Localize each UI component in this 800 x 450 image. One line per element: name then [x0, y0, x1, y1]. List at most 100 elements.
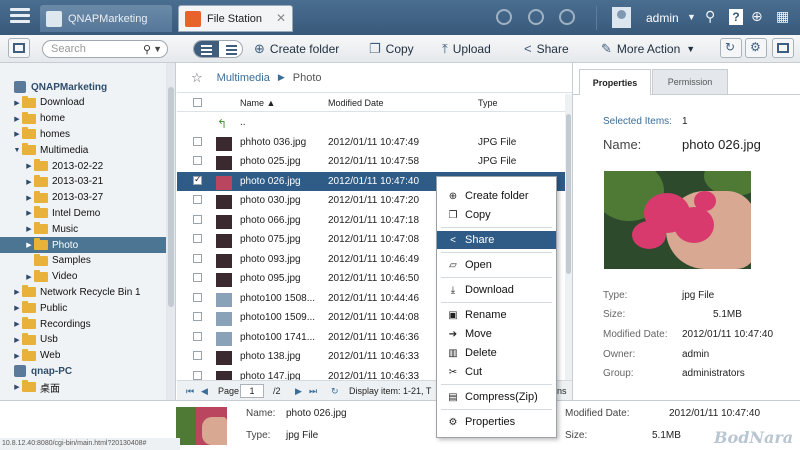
toggle-properties-button[interactable]	[772, 38, 794, 58]
chevron-right-icon[interactable]: ▶	[24, 178, 34, 186]
row-checkbox[interactable]	[193, 234, 202, 243]
tab-file-station[interactable]: File Station ✕	[178, 5, 293, 32]
toggle-tree-button[interactable]	[8, 38, 30, 58]
refresh-list-icon[interactable]: ↻	[331, 386, 339, 397]
scrollbar-thumb[interactable]	[566, 114, 571, 274]
column-modified[interactable]: Modified Date	[328, 98, 384, 108]
row-checkbox[interactable]	[193, 156, 202, 165]
background-task-icon[interactable]	[496, 9, 512, 25]
main-menu-icon[interactable]	[10, 8, 30, 26]
scrollbar-thumb[interactable]	[168, 87, 174, 307]
tree-folder[interactable]: ▶ Public	[0, 300, 166, 316]
search-icon[interactable]: ⚲	[143, 42, 151, 58]
row-checkbox[interactable]	[193, 195, 202, 204]
prev-page-icon[interactable]: ◀	[201, 386, 208, 397]
refresh-button[interactable]: ↻	[720, 38, 742, 58]
row-checkbox[interactable]	[193, 214, 202, 224]
tree-folder[interactable]: ▶ Recordings	[0, 316, 166, 332]
close-tab-icon[interactable]: ✕	[276, 11, 286, 25]
row-checkbox[interactable]	[193, 273, 202, 282]
copy-button[interactable]: ❐ Copy	[369, 41, 414, 57]
column-name[interactable]: Name ▲	[240, 98, 275, 108]
context-menu-item[interactable]: ⊕ Create folder	[437, 187, 556, 205]
context-menu-item[interactable]: ❐ Copy	[437, 206, 556, 224]
context-menu-item[interactable]: ▱ Open	[437, 256, 556, 274]
chevron-right-icon[interactable]: ▶	[24, 194, 34, 202]
parent-folder-row[interactable]: ↰..	[177, 113, 565, 132]
row-checkbox[interactable]	[193, 312, 202, 321]
tree-folder[interactable]: Samples	[0, 253, 166, 269]
search-icon[interactable]: ⚲	[705, 8, 715, 25]
tree-folder[interactable]: ▶ homes	[0, 126, 166, 142]
tab-permission[interactable]: Permission	[652, 69, 728, 95]
breadcrumb-parent[interactable]: Multimedia	[217, 72, 270, 84]
context-menu-item[interactable]: ✂ Cut	[437, 363, 556, 381]
list-view-button[interactable]	[194, 41, 219, 57]
tree-folder[interactable]: ▶ 2013-02-22	[0, 158, 166, 174]
tree-folder[interactable]: ▼ Multimedia	[0, 142, 166, 158]
table-row[interactable]: photo 025.jpg 2012/01/11 10:47:58 JPG File	[177, 152, 565, 171]
table-row[interactable]: phhoto 036.jpg 2012/01/11 10:47:49 JPG Fil…	[177, 133, 565, 152]
page-input[interactable]: 1	[240, 384, 264, 398]
row-checkbox[interactable]	[193, 370, 202, 380]
tab-properties[interactable]: Properties	[579, 69, 651, 95]
chevron-right-icon[interactable]: ▶	[24, 241, 34, 249]
tree-scrollbar[interactable]	[166, 63, 175, 400]
tree-folder[interactable]: ▶ Usb	[0, 332, 166, 348]
share-button[interactable]: < Share	[524, 41, 569, 56]
row-checkbox[interactable]	[193, 292, 202, 302]
tree-folder[interactable]: ▶ Music	[0, 221, 166, 237]
user-dropdown-icon[interactable]: ▼	[687, 12, 696, 22]
row-checkbox[interactable]	[193, 331, 202, 341]
context-menu-item[interactable]: ⚙ Properties	[437, 413, 556, 431]
tree-folder[interactable]: ▶ 桌面	[0, 379, 166, 395]
tree-folder[interactable]: ▶ 2013-03-21	[0, 174, 166, 190]
chevron-right-icon[interactable]: ▶	[24, 209, 34, 217]
row-checkbox[interactable]	[193, 174, 202, 185]
tree-folder[interactable]: ▶ Download	[0, 95, 166, 111]
chevron-right-icon[interactable]: ▶	[12, 336, 22, 344]
tab-host[interactable]: QNAPMarketing	[40, 5, 172, 32]
settings-button[interactable]: ⚙	[745, 38, 767, 58]
context-menu-item[interactable]: ➔ Move	[437, 325, 556, 343]
row-checkbox[interactable]	[193, 253, 202, 263]
chevron-right-icon[interactable]: ▶	[12, 130, 22, 138]
tree-folder[interactable]: ▶ home	[0, 111, 166, 127]
chevron-right-icon[interactable]: ▶	[12, 320, 22, 328]
user-name[interactable]: admin	[646, 11, 679, 25]
search-input[interactable]: Search ⚲ ▼	[42, 40, 168, 58]
chevron-right-icon[interactable]: ▶	[12, 99, 22, 107]
tree-host[interactable]: qnap-PC	[0, 363, 166, 379]
tree-folder[interactable]: ▶ Web	[0, 348, 166, 364]
user-avatar-icon[interactable]	[612, 7, 631, 28]
chevron-right-icon[interactable]: ▶	[24, 273, 34, 281]
chevron-right-icon[interactable]: ▶	[12, 288, 22, 296]
chevron-right-icon[interactable]: ▶	[24, 162, 34, 170]
row-checkbox[interactable]	[193, 136, 202, 146]
tree-folder[interactable]: ▶ Intel Demo	[0, 205, 166, 221]
upload-button[interactable]: ⤒ Upload	[442, 41, 491, 57]
help-icon[interactable]: ?	[729, 9, 743, 25]
context-menu-item[interactable]: ▤ Compress(Zip)	[437, 388, 556, 406]
grid-view-icon[interactable]: ▦	[776, 8, 789, 25]
detail-view-button[interactable]	[219, 41, 242, 57]
chevron-right-icon[interactable]: ▶	[24, 225, 34, 233]
select-all-checkbox[interactable]	[193, 98, 202, 107]
tree-folder[interactable]: ▶ 2013-03-27	[0, 190, 166, 206]
context-menu-item[interactable]: < Share	[437, 231, 556, 249]
context-menu-item[interactable]: ⤓ Download	[437, 281, 556, 299]
column-type[interactable]: Type	[478, 98, 498, 108]
favorite-star-icon[interactable]: ☆	[191, 70, 203, 86]
chevron-right-icon[interactable]: ▶	[12, 304, 22, 312]
view-mode-toggle[interactable]	[193, 40, 243, 58]
tree-host[interactable]: QNAPMarketing	[0, 79, 166, 95]
more-action-button[interactable]: ✎ More Action ▼	[601, 41, 695, 57]
row-checkbox[interactable]	[193, 351, 202, 360]
chevron-right-icon[interactable]: ▶	[12, 352, 22, 360]
language-icon[interactable]: ⊕	[751, 8, 763, 25]
chevron-down-icon[interactable]: ▼	[12, 147, 22, 154]
tree-folder[interactable]: ▶ Photo	[0, 237, 166, 253]
context-menu-item[interactable]: ▣ Rename	[437, 306, 556, 324]
file-list-scrollbar[interactable]	[565, 94, 572, 380]
first-page-icon[interactable]: ⏮	[186, 386, 194, 397]
